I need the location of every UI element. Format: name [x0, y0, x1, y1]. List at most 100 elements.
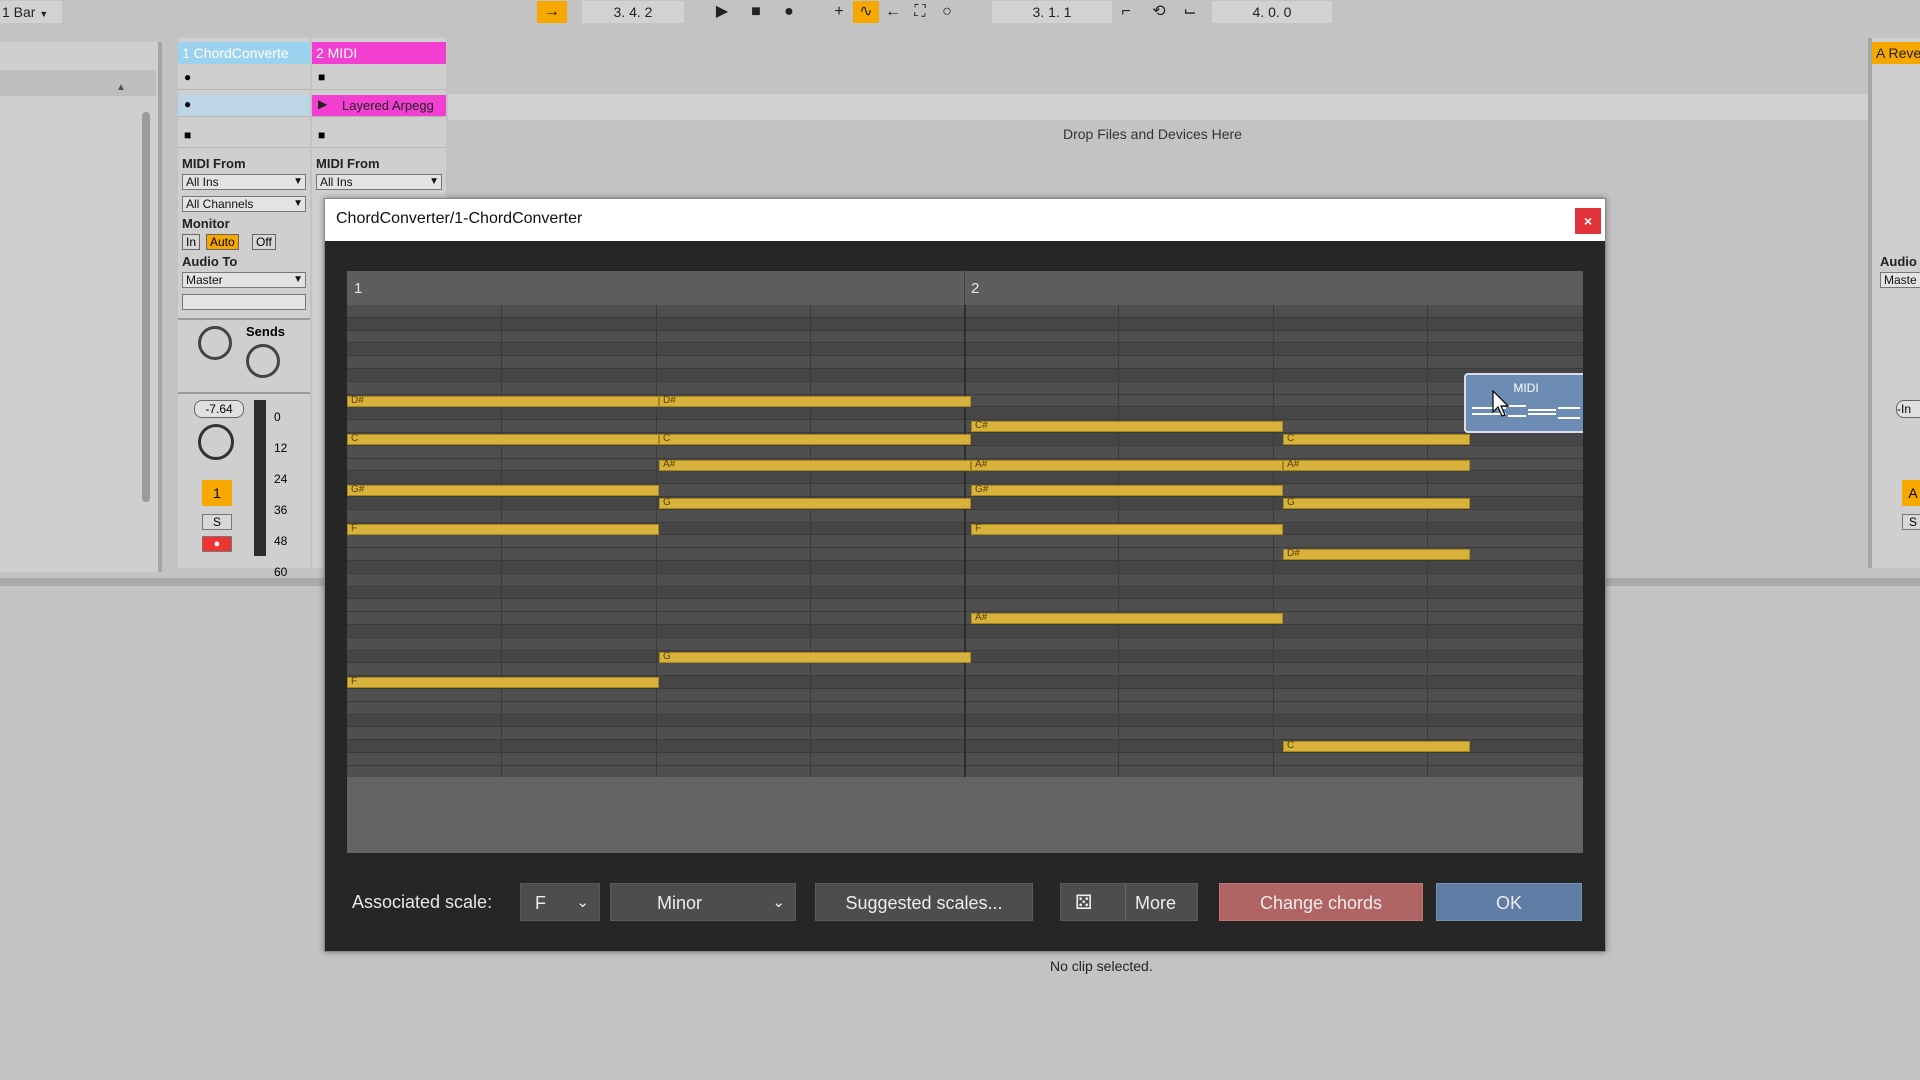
- follow-icon: →: [544, 3, 560, 20]
- capture-button[interactable]: ⛶: [907, 1, 933, 23]
- midi-note[interactable]: G: [1283, 497, 1471, 509]
- pan-knob[interactable]: [198, 424, 234, 460]
- clip-layered-arpeggio[interactable]: ▶ Layered Arpegg: [312, 95, 446, 117]
- volume-value[interactable]: -7.64: [194, 400, 244, 418]
- velocity-lane[interactable]: [347, 777, 1583, 853]
- note-pitch-label: G#: [351, 484, 365, 496]
- return-solo-button[interactable]: S: [1902, 514, 1920, 530]
- punch-in-button[interactable]: ⌐: [1113, 1, 1139, 23]
- midi-drag-card[interactable]: MIDI: [1464, 373, 1583, 433]
- note-pitch-label: C: [351, 433, 359, 444]
- midi-note[interactable]: C: [1283, 740, 1471, 753]
- midi-note[interactable]: D#: [659, 395, 971, 407]
- dialog-title-bar[interactable]: ChordConverter/1-ChordConverter ×: [325, 199, 1605, 241]
- bar-number: 1: [354, 280, 363, 297]
- monitor-in-button[interactable]: In: [182, 234, 201, 250]
- track-1-header[interactable]: 1 ChordConverte: [178, 42, 310, 64]
- song-position[interactable]: 3. 4. 2: [582, 1, 684, 23]
- midi-note[interactable]: G: [659, 497, 971, 509]
- loop-start[interactable]: 3. 1. 1: [992, 1, 1112, 23]
- scale-root-value: F: [535, 893, 546, 913]
- clip-slot[interactable]: ■: [312, 68, 446, 90]
- back-to-arrangement-button[interactable]: ←: [880, 1, 906, 23]
- audio-to-channel-dropdown[interactable]: [182, 294, 306, 310]
- capture-icon: ⛶: [914, 3, 926, 20]
- arm-icon: ●: [213, 538, 221, 550]
- midi-note[interactable]: F: [347, 523, 659, 535]
- quantize-menu[interactable]: 1 Bar ▼: [0, 1, 62, 23]
- midi-note[interactable]: C: [659, 433, 971, 445]
- more-button[interactable]: ⚄ More: [1060, 883, 1198, 921]
- midi-from-dropdown[interactable]: All Ins ▼: [316, 174, 442, 190]
- scale-root-select[interactable]: F ⌄: [520, 883, 600, 921]
- midi-note[interactable]: C#: [971, 420, 1283, 433]
- scale-type-select[interactable]: Minor ⌄: [610, 883, 796, 921]
- midi-note[interactable]: F: [971, 523, 1283, 535]
- automation-arm-button[interactable]: ∿: [853, 1, 879, 23]
- return-track-header[interactable]: A Reve: [1872, 42, 1920, 64]
- track-1-name: 1 ChordConverte: [182, 45, 289, 61]
- arm-button[interactable]: ●: [202, 536, 232, 552]
- note-grid[interactable]: D# C G# F F D# C A# G G C# A# G# F A# C A# G D# C: [347, 305, 1583, 779]
- midi-from-dropdown[interactable]: All Ins ▼: [182, 174, 306, 190]
- return-audio-dropdown[interactable]: Maste: [1880, 272, 1920, 288]
- midi-note[interactable]: D#: [347, 395, 659, 407]
- meter-scale: 0 12 24 36 48 60: [274, 402, 287, 588]
- scroll-up-icon[interactable]: ▲: [116, 82, 126, 93]
- stop-button[interactable]: ■: [743, 1, 769, 23]
- chevron-down-icon: ▼: [293, 198, 303, 209]
- overdub-button[interactable]: +: [826, 1, 852, 23]
- midi-note[interactable]: C: [347, 433, 659, 445]
- send-a-knob[interactable]: [198, 326, 232, 360]
- midi-note[interactable]: A#: [659, 459, 971, 471]
- track-2-header[interactable]: 2 MIDI: [312, 42, 446, 64]
- midi-note[interactable]: D#: [1283, 548, 1471, 561]
- track-activator-button[interactable]: 1: [202, 480, 232, 506]
- punch-out-button[interactable]: ⌙: [1177, 1, 1203, 23]
- beat-line: [1426, 305, 1428, 777]
- note-pitch-label: A#: [1287, 458, 1300, 470]
- midi-note[interactable]: G: [659, 651, 971, 663]
- track-2-name: 2 MIDI: [316, 45, 358, 61]
- follow-button[interactable]: →: [537, 1, 567, 23]
- midi-note[interactable]: G#: [347, 484, 659, 497]
- clip-play-icon[interactable]: ▶: [318, 97, 327, 111]
- return-volume-value[interactable]: -In: [1896, 400, 1920, 418]
- drop-zone[interactable]: [448, 94, 1868, 120]
- record-icon: ●: [784, 3, 794, 20]
- play-button[interactable]: ▶: [709, 1, 735, 23]
- close-button[interactable]: ×: [1575, 208, 1601, 234]
- record-button[interactable]: ●: [776, 1, 802, 23]
- solo-button[interactable]: S: [202, 514, 232, 530]
- suggested-scales-button[interactable]: Suggested scales...: [815, 883, 1033, 921]
- loop-length[interactable]: 4. 0. 0: [1212, 1, 1332, 23]
- clip-slot[interactable]: ●: [178, 68, 310, 90]
- scrollbar[interactable]: [142, 112, 150, 502]
- loop-button[interactable]: ⟲: [1146, 1, 1172, 23]
- midi-note[interactable]: G#: [971, 484, 1283, 497]
- change-chords-button[interactable]: Change chords: [1219, 883, 1423, 921]
- meter-tick: 36: [274, 503, 288, 517]
- ok-button[interactable]: OK: [1436, 883, 1582, 921]
- midi-from-label: MIDI From: [182, 156, 246, 171]
- monitor-auto-button[interactable]: Auto: [206, 234, 239, 250]
- midi-note[interactable]: C: [1283, 433, 1471, 445]
- divider: [178, 318, 310, 320]
- session-record-button[interactable]: ○: [934, 1, 960, 23]
- midi-note[interactable]: A#: [971, 459, 1283, 471]
- midi-channel-dropdown[interactable]: All Channels ▼: [182, 196, 306, 212]
- record-slot-icon: ●: [184, 70, 192, 84]
- clip-stop-slot[interactable]: ■: [312, 126, 446, 148]
- clip-stop-slot[interactable]: ■: [178, 126, 310, 148]
- audio-to-dropdown[interactable]: Master ▼: [182, 272, 306, 288]
- send-b-knob[interactable]: [246, 344, 280, 378]
- clip-slot-selected[interactable]: ●: [178, 95, 310, 117]
- midi-note[interactable]: A#: [971, 612, 1283, 625]
- return-activator-button[interactable]: A: [1902, 480, 1920, 506]
- monitor-off-button[interactable]: Off: [252, 234, 276, 250]
- piano-roll[interactable]: 1 2 D# C G# F F D# C A# G G C# A# G# F A# C A# G D# C MIDI: [347, 271, 1583, 853]
- bar-ruler[interactable]: 1 2: [347, 271, 1583, 306]
- transport-bar: 1 Bar ▼ → 3. 4. 2 ▶ ■ ● + ∿ ← ⛶ ○ 3. 1. …: [0, 0, 1920, 26]
- midi-note[interactable]: F: [347, 676, 659, 689]
- midi-note[interactable]: A#: [1283, 458, 1471, 471]
